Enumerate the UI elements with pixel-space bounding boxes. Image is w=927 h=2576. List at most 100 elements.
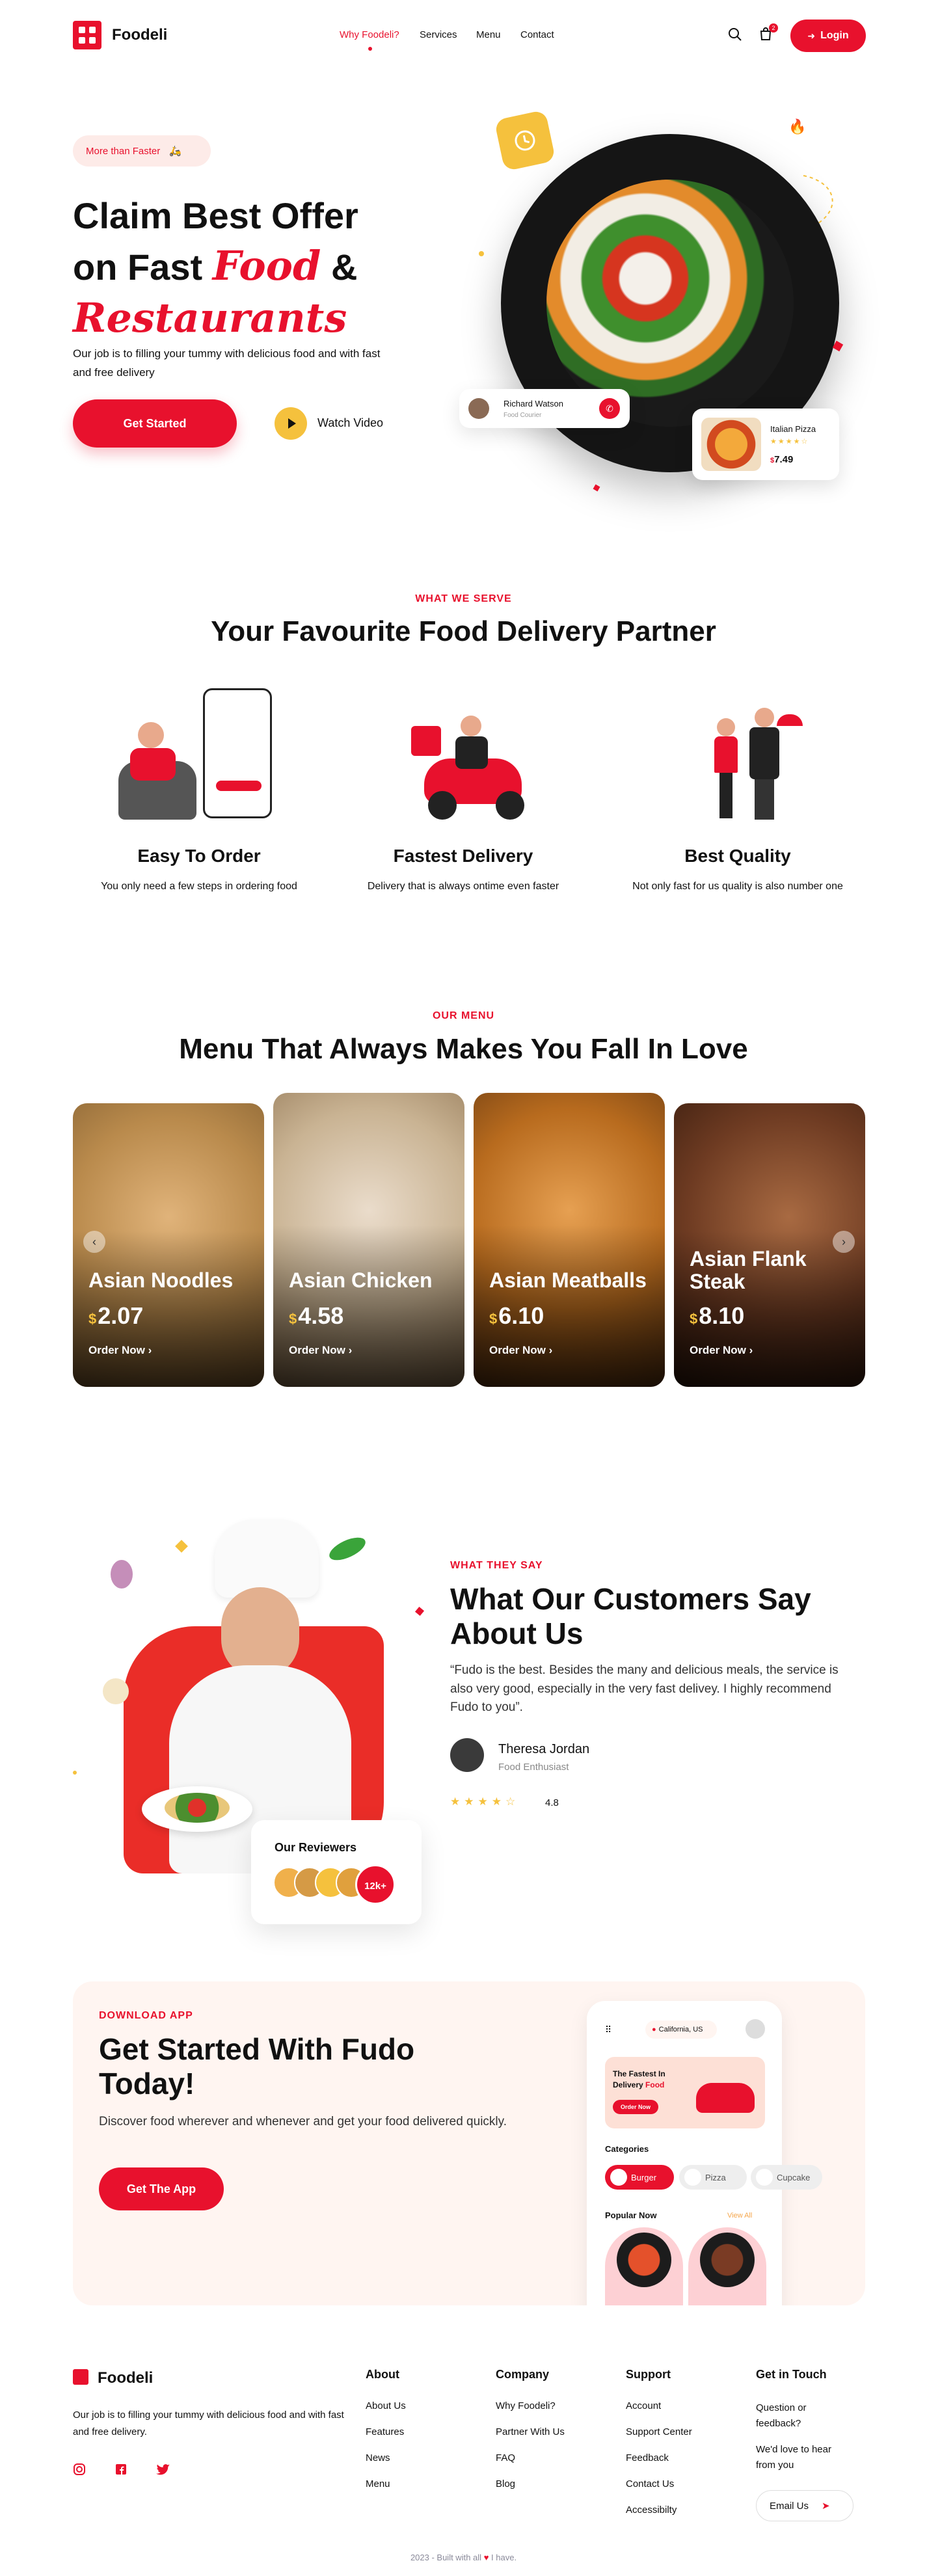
footer-logo-icon[interactable]: [73, 2369, 88, 2385]
hero-title-line1: Claim Best Offer: [73, 195, 358, 236]
nav-active-dot: [368, 47, 372, 51]
phone-call-icon[interactable]: ✆: [599, 398, 620, 419]
footer-link[interactable]: Partner With Us: [496, 2426, 565, 2437]
footer-link[interactable]: Menu: [366, 2478, 390, 2489]
view-all-link[interactable]: View All: [727, 2212, 752, 2220]
footer-link[interactable]: News: [366, 2452, 390, 2463]
download-heading-line2: Today!: [99, 2066, 195, 2100]
promo-order-button[interactable]: Order Now: [613, 2100, 658, 2114]
scooter-icon: 🛵: [169, 146, 181, 157]
hero-badge-text: More than Faster: [86, 145, 161, 157]
services-heading: Your Favourite Food Delivery Partner: [211, 615, 716, 647]
testimonial-heading-line1: What Our Customers Say: [450, 1582, 811, 1616]
categories-label: Categories: [605, 2144, 649, 2154]
footer-link[interactable]: Account: [626, 2400, 661, 2411]
login-label: Login: [820, 30, 849, 41]
salad-plate: [142, 1786, 252, 1832]
decor-dot: [73, 1771, 77, 1775]
services-eyebrow: WHAT WE SERVE: [415, 593, 512, 604]
menu-item-price: $4.58: [289, 1302, 343, 1330]
brand-logo-icon[interactable]: [73, 21, 101, 49]
promo-line2a: Delivery: [613, 2080, 643, 2089]
reviewers-label: Our Reviewers: [275, 1841, 357, 1854]
decor-dot: [175, 1540, 188, 1553]
popular-label: Popular Now: [605, 2210, 657, 2220]
menu-card[interactable]: Asian Chicken $4.58 Order Now ›: [273, 1093, 464, 1387]
footer-link[interactable]: About Us: [366, 2400, 406, 2411]
featured-item-rating: ★★★★☆: [770, 438, 809, 446]
footer-link[interactable]: Why Foodeli?: [496, 2400, 556, 2411]
location-pill[interactable]: ● California, US: [645, 2020, 717, 2039]
email-us-button[interactable]: Email Us ➤: [756, 2490, 853, 2521]
menu-heading: Menu That Always Makes You Fall In Love: [179, 1033, 748, 1065]
contact-hear: We'd love to hear from you: [756, 2444, 831, 2471]
location-pin-icon: ●: [652, 2026, 656, 2033]
get-the-app-button[interactable]: Get The App: [99, 2167, 224, 2210]
price-value: 6.10: [498, 1302, 544, 1329]
download-heading: Get Started With Fudo Today!: [99, 2032, 489, 2101]
footer-link[interactable]: Blog: [496, 2478, 515, 2489]
footer-link[interactable]: FAQ: [496, 2452, 515, 2463]
order-now-label: Order Now: [489, 1344, 546, 1356]
menu-item-name: Asian Meatballs: [489, 1268, 647, 1292]
service-desc: Not only fast for us quality is also num…: [632, 881, 843, 892]
menu-card[interactable]: Asian Meatballs $6.10 Order Now ›: [474, 1093, 665, 1387]
category-burger[interactable]: Burger: [605, 2165, 674, 2190]
login-button[interactable]: ➜ Login: [790, 20, 866, 52]
footer-link[interactable]: Support Center: [626, 2426, 692, 2437]
category-pizza[interactable]: Pizza: [679, 2165, 747, 2190]
price-value: 8.10: [699, 1302, 745, 1329]
hero-subtitle: Our job is to filling your tummy with de…: [73, 347, 381, 379]
fast-delivery-illustration: [398, 706, 554, 824]
cart-count-badge: 2: [769, 23, 778, 33]
watch-video-link[interactable]: Watch Video: [317, 416, 383, 430]
phone-mockup: ⠿ ● California, US The Fastest In Delivery…: [587, 2001, 822, 2305]
footer-link[interactable]: Accessibilty: [626, 2504, 677, 2516]
popular-item-card[interactable]: [688, 2227, 766, 2305]
category-label: Cupcake: [777, 2172, 811, 2182]
order-now-label: Order Now: [289, 1344, 345, 1356]
play-icon[interactable]: [275, 407, 307, 440]
decor-dot: [479, 251, 484, 256]
featured-item-card[interactable]: Italian Pizza ★★★★☆ $7.49: [692, 409, 839, 480]
carousel-next-icon[interactable]: ›: [833, 1231, 855, 1253]
menu-eyebrow: OUR MENU: [432, 1010, 495, 1021]
currency-symbol: $: [88, 1311, 97, 1327]
nav-contact[interactable]: Contact: [520, 29, 554, 40]
order-now-link[interactable]: Order Now ›: [88, 1344, 152, 1357]
twitter-icon[interactable]: [156, 2463, 170, 2476]
courier-name: Richard Watson: [504, 399, 563, 409]
brand-name[interactable]: Foodeli: [112, 26, 167, 44]
order-now-link[interactable]: Order Now ›: [690, 1344, 753, 1357]
category-cupcake[interactable]: Cupcake: [751, 2165, 822, 2190]
nav-services[interactable]: Services: [420, 29, 457, 40]
order-now-link[interactable]: Order Now ›: [489, 1344, 552, 1357]
footer-link[interactable]: Features: [366, 2426, 404, 2437]
facebook-icon[interactable]: [114, 2463, 128, 2476]
footer-link[interactable]: Contact Us: [626, 2478, 674, 2489]
nav-menu[interactable]: Menu: [476, 29, 501, 40]
search-icon[interactable]: [727, 27, 743, 42]
instagram-icon[interactable]: [73, 2463, 86, 2476]
testimonial-heading-line2: About Us: [450, 1616, 584, 1650]
download-heading-line1: Get Started With Fudo: [99, 2032, 415, 2066]
copyright-b: I have.: [491, 2553, 517, 2562]
garlic-icon: [103, 1678, 129, 1704]
menu-item-price: $8.10: [690, 1302, 744, 1330]
contact-question: Question or feedback?: [756, 2402, 807, 2429]
onion-icon: [111, 1560, 133, 1589]
get-started-button[interactable]: Get Started: [73, 399, 237, 448]
featured-item-name: Italian Pizza: [770, 424, 816, 434]
popular-item-card[interactable]: [605, 2227, 683, 2305]
footer-link[interactable]: Feedback: [626, 2452, 669, 2463]
order-now-link[interactable]: Order Now ›: [289, 1344, 352, 1357]
grid-icon[interactable]: ⠿: [605, 2024, 611, 2035]
nav-why-foodeli[interactable]: Why Foodeli?: [340, 29, 399, 40]
carousel-prev-icon[interactable]: ‹: [83, 1231, 105, 1253]
testimonial-quote: “Fudo is the best. Besides the many and …: [450, 1663, 839, 1714]
profile-avatar[interactable]: [746, 2019, 765, 2039]
category-label: Pizza: [705, 2172, 726, 2182]
menu-item-price: $6.10: [489, 1302, 544, 1330]
fire-icon: 🔥: [788, 118, 807, 135]
footer-brand[interactable]: Foodeli: [98, 2369, 153, 2387]
